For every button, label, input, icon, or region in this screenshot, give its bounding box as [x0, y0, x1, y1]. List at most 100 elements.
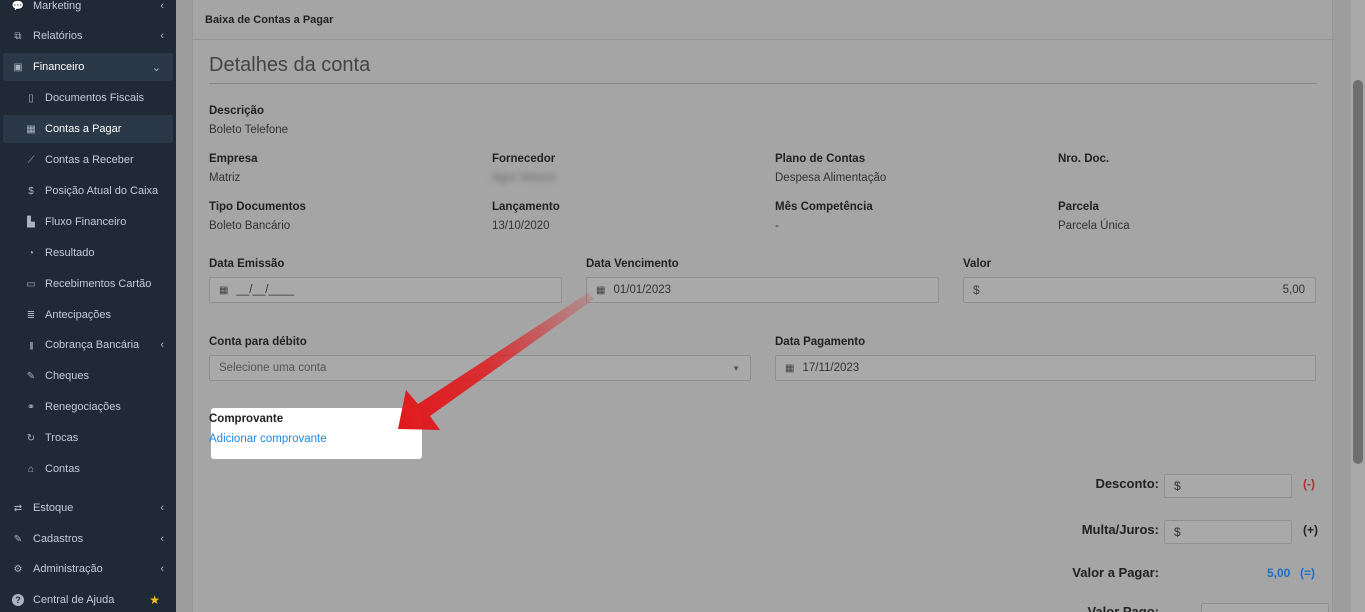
currency-prefix: $ [1174, 479, 1181, 493]
sidebar-item-label: Renegociações [45, 401, 121, 413]
calendar-icon: ▦ [785, 362, 795, 374]
valor-pago-label: Valor Pago: [1087, 604, 1159, 612]
sidebar-item-label: Estoque [33, 502, 74, 514]
adicionar-comprovante-link[interactable]: Adicionar comprovante [209, 433, 327, 445]
sidebar-item-estoque[interactable]: ⇄ Estoque ‹ [0, 494, 176, 522]
scrollbar-thumb[interactable] [1353, 80, 1363, 464]
sidebar-item-recebimentos-cartao[interactable]: ▭ Recebimentos Cartão [0, 270, 176, 298]
sidebar-item-renegociacoes[interactable]: ⚭ Renegociações [0, 393, 176, 421]
descricao-label: Descrição [209, 105, 264, 117]
valor-pago-input[interactable] [1201, 603, 1329, 612]
list-icon: ≣ [26, 309, 36, 321]
plano-contas-value: Despesa Alimentação [775, 172, 887, 184]
lancamento-label: Lançamento [492, 201, 560, 213]
dollar-icon: $ [28, 185, 34, 197]
valor-a-pagar-value: 5,00 [1267, 566, 1291, 580]
chat-icon: 💬 [11, 0, 25, 12]
sidebar-item-label: Recebimentos Cartão [45, 278, 152, 290]
money-icon: ▣ [13, 61, 23, 73]
bank-icon: ⌂ [27, 463, 35, 475]
chevron-left-icon: ‹ [160, 30, 164, 42]
data-vencimento-input[interactable]: ▦ 01/01/2023 [586, 277, 939, 303]
sidebar-item-central-ajuda[interactable]: ? Central de Ajuda ★ [0, 586, 176, 612]
exchange-icon: ⇄ [13, 502, 23, 514]
calculator-icon: ▦ [26, 123, 36, 135]
data-pagamento-input[interactable]: ▦ 17/11/2023 [775, 355, 1316, 381]
sidebar-item-label: Contas a Receber [45, 154, 134, 166]
sidebar-item-financeiro[interactable]: ▣ Financeiro ⌄ [3, 53, 173, 81]
data-pagamento-value: 17/11/2023 [802, 362, 860, 374]
fornecedor-value: Agro Velucci [492, 172, 556, 184]
conta-debito-select[interactable]: Selecione uma conta ▼ [209, 355, 751, 381]
copy-icon: ⧉ [14, 30, 22, 42]
section-title: Detalhes da conta [209, 54, 371, 76]
barcode-icon: ||| [29, 340, 33, 350]
sidebar-item-posicao-caixa[interactable]: $ Posição Atual do Caixa [0, 177, 176, 205]
empresa-value: Matriz [209, 172, 241, 184]
sidebar-item-label: Fluxo Financeiro [45, 216, 127, 228]
vertical-scrollbar[interactable] [1351, 0, 1365, 612]
section-divider [209, 83, 1317, 84]
sidebar-item-cheques[interactable]: ✎ Cheques [0, 362, 176, 390]
data-vencimento-value: 01/01/2023 [613, 284, 672, 296]
mes-competencia-label: Mês Competência [775, 201, 873, 213]
minus-sign: (-) [1303, 477, 1315, 491]
tipo-documentos-value: Boleto Bancário [209, 220, 291, 232]
sidebar-item-relatorios[interactable]: ⧉ Relatórios ‹ [0, 22, 176, 50]
sidebar-item-documentos-fiscais[interactable]: ▯ Documentos Fiscais [0, 84, 176, 112]
sidebar-item-antecipacoes[interactable]: ≣ Antecipações [0, 301, 176, 329]
sidebar-item-label: Financeiro [33, 61, 85, 73]
conta-debito-label: Conta para débito [209, 336, 307, 348]
sidebar-item-marketing[interactable]: 💬 Marketing ‹ [0, 0, 176, 20]
sidebar-item-contas[interactable]: ⌂ Contas [0, 455, 176, 483]
sidebar-item-label: Central de Ajuda [33, 594, 115, 606]
sidebar-item-label: Cobrança Bancária [45, 339, 140, 351]
parcela-label: Parcela [1058, 201, 1099, 213]
panel-header: Baixa de Contas a Pagar [193, 0, 1334, 40]
star-icon: ★ [149, 593, 160, 607]
data-emissao-label: Data Emissão [209, 258, 285, 270]
sidebar-item-contas-a-pagar[interactable]: ▦ Contas a Pagar [3, 115, 173, 143]
main-content: Baixa de Contas a Pagar Detalhes da cont… [176, 0, 1365, 612]
caret-down-icon: ▼ [732, 363, 740, 373]
valor-input[interactable]: $ 5,00 [963, 277, 1316, 303]
baixa-panel: Baixa de Contas a Pagar Detalhes da cont… [192, 0, 1334, 612]
sidebar-item-label: Contas [45, 463, 80, 475]
sidebar-item-resultado[interactable]: ◔ Resultado [0, 239, 176, 267]
equals-sign: (=) [1300, 566, 1315, 580]
credit-card-icon: ▭ [26, 278, 36, 290]
sidebar-item-label: Relatórios [33, 30, 83, 42]
sidebar-item-label: Resultado [45, 247, 95, 259]
multa-juros-input[interactable]: $ [1164, 520, 1292, 544]
edit-icon: ✎ [13, 533, 23, 545]
sidebar-item-trocas[interactable]: ↻ Trocas [0, 424, 176, 452]
fornecedor-label: Fornecedor [492, 153, 556, 165]
data-emissao-value: __/__/____ [236, 284, 295, 296]
desconto-input[interactable]: $ [1164, 474, 1292, 498]
nro-doc-label: Nro. Doc. [1058, 153, 1110, 165]
sidebar-item-administracao[interactable]: ⚙ Administração ‹ [0, 555, 176, 583]
sidebar-item-fluxo-financeiro[interactable]: ▙ Fluxo Financeiro [0, 208, 176, 236]
data-emissao-input[interactable]: ▦ __/__/____ [209, 277, 562, 303]
chevron-left-icon: ‹ [160, 0, 164, 12]
conta-debito-placeholder: Selecione uma conta [219, 362, 327, 374]
sidebar-item-cadastros[interactable]: ✎ Cadastros ‹ [0, 525, 176, 553]
bar-chart-icon: ▙ [27, 216, 35, 228]
plus-sign: (+) [1303, 523, 1318, 537]
sidebar-item-label: Cadastros [33, 533, 84, 545]
desconto-label: Desconto: [1095, 476, 1159, 491]
mes-competencia-value: - [775, 220, 779, 232]
chevron-left-icon: ‹ [160, 533, 164, 545]
sidebar-item-label: Documentos Fiscais [45, 92, 145, 104]
sidebar-item-contas-a-receber[interactable]: ⟋ Contas a Receber [0, 146, 176, 174]
comprovante-label: Comprovante [209, 413, 284, 425]
currency-prefix: $ [1174, 525, 1181, 539]
parcela-value: Parcela Única [1058, 220, 1130, 232]
refresh-icon: ↻ [26, 432, 36, 444]
handshake-icon: ⚭ [26, 401, 36, 413]
sidebar-item-label: Antecipações [45, 309, 112, 321]
sidebar-item-cobranca-bancaria[interactable]: ||| Cobrança Bancária ‹ [0, 331, 176, 359]
descricao-value: Boleto Telefone [209, 124, 289, 136]
help-icon: ? [12, 594, 24, 606]
sidebar-item-label: Marketing [33, 0, 82, 12]
